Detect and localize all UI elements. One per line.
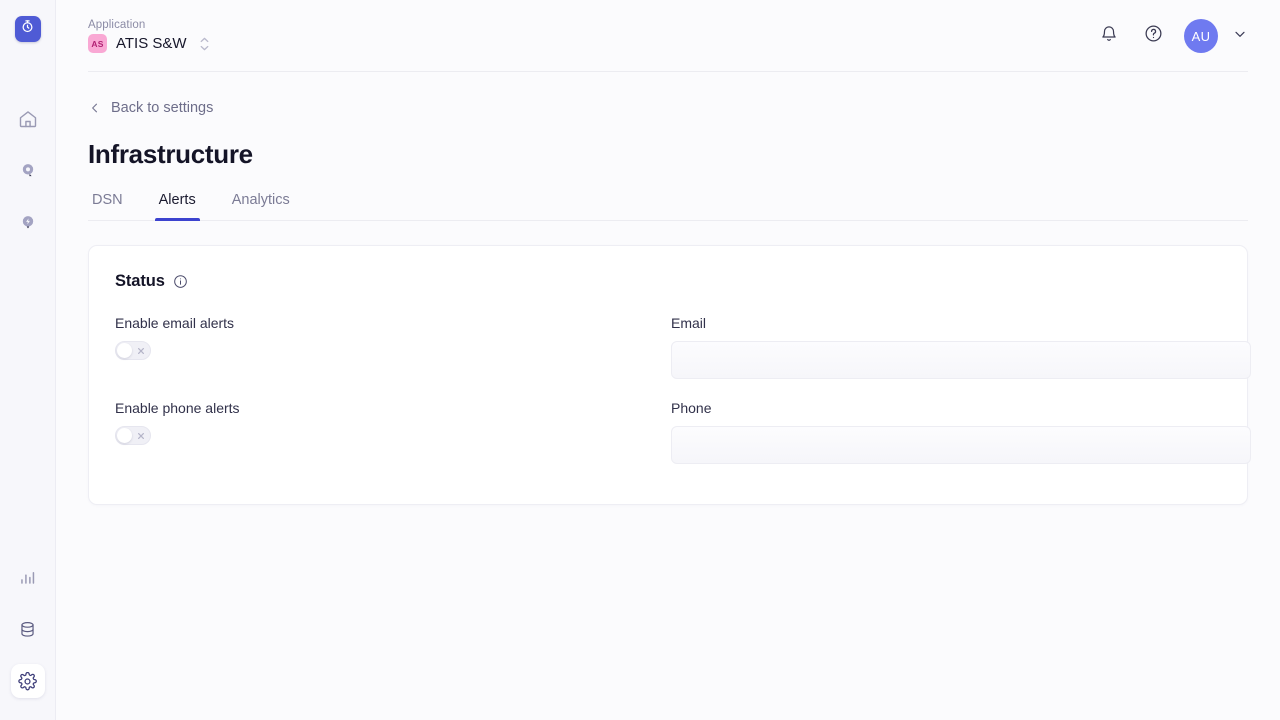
chevron-left-icon [88, 101, 102, 115]
close-x-icon [137, 432, 145, 440]
sidebar-item-analytics[interactable] [11, 560, 45, 594]
application-badge: AS [88, 34, 107, 53]
email-input[interactable] [671, 341, 1251, 379]
avatar[interactable]: AU [1184, 19, 1218, 53]
status-card-title: Status [115, 272, 165, 290]
lightning-pin-icon [18, 213, 38, 233]
toggle-knob [117, 428, 132, 443]
home-icon [18, 109, 38, 129]
field-label: Enable email alerts [115, 315, 235, 331]
rail-secondary-nav [0, 560, 55, 698]
field-email: Email [671, 315, 1251, 379]
bell-icon [1100, 25, 1118, 48]
account-menu-button[interactable] [1232, 26, 1248, 47]
toggle-knob [117, 343, 132, 358]
stepper-updown-icon[interactable] [200, 37, 209, 51]
tab-bar: DSN Alerts Analytics [88, 192, 1248, 221]
status-fields-grid: Enable email alerts Email Enable phone a… [115, 315, 1251, 464]
field-label: Email [671, 315, 707, 331]
app-root: Application AS ATIS S&W AU Back to setti… [0, 0, 1280, 720]
application-selector-row[interactable]: AS ATIS S&W [88, 34, 209, 53]
database-icon [18, 620, 37, 639]
close-x-icon [137, 347, 145, 355]
stopwatch-icon [20, 19, 35, 39]
status-card-header: Status [115, 272, 1221, 291]
field-enable-email-alerts: Enable email alerts [115, 315, 647, 379]
back-to-settings-link[interactable]: Back to settings [88, 100, 213, 116]
application-label: Application [88, 19, 146, 31]
rail-primary-nav [11, 102, 45, 240]
field-label: Phone [671, 400, 712, 416]
bug-pin-icon [18, 161, 38, 181]
field-label: Enable phone alerts [115, 400, 240, 416]
sidebar-item-home[interactable] [11, 102, 45, 136]
chevron-down-icon [1232, 26, 1248, 47]
enable-email-alerts-toggle[interactable] [115, 341, 151, 360]
application-name: ATIS S&W [116, 35, 187, 52]
tab-dsn[interactable]: DSN [88, 192, 127, 221]
main-column: Application AS ATIS S&W AU Back to setti… [56, 0, 1280, 720]
app-logo[interactable] [14, 16, 41, 42]
left-nav-rail [0, 0, 56, 720]
sidebar-item-settings[interactable] [10, 664, 45, 698]
info-circle-icon[interactable] [173, 274, 188, 289]
sidebar-item-database[interactable] [11, 612, 45, 646]
header-actions: AU [1096, 19, 1248, 53]
enable-phone-alerts-toggle[interactable] [115, 426, 151, 445]
sidebar-item-issues[interactable] [11, 154, 45, 188]
top-header-bar: Application AS ATIS S&W AU [56, 0, 1280, 72]
question-circle-icon [1144, 24, 1163, 48]
page-content: Back to settings Infrastructure DSN Aler… [56, 72, 1280, 505]
phone-input[interactable] [671, 426, 1251, 464]
tab-alerts[interactable]: Alerts [154, 192, 200, 221]
gear-icon [18, 671, 37, 691]
back-link-label: Back to settings [111, 100, 214, 116]
status-card: Status Enable email alerts Email Enable … [88, 245, 1251, 505]
tab-analytics[interactable]: Analytics [228, 192, 294, 221]
page-title: Infrastructure [88, 139, 253, 169]
bar-chart-icon [18, 568, 37, 587]
application-selector[interactable]: Application AS ATIS S&W [88, 19, 209, 53]
notifications-button[interactable] [1096, 23, 1122, 49]
sidebar-item-performance[interactable] [11, 206, 45, 240]
help-button[interactable] [1140, 23, 1166, 49]
field-phone: Phone [671, 379, 1251, 464]
field-enable-phone-alerts: Enable phone alerts [115, 379, 647, 464]
